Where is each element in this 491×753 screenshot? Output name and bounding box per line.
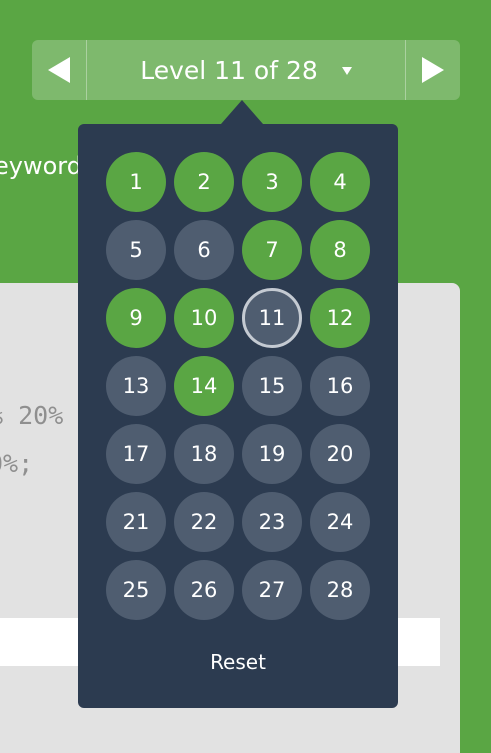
popup-pointer — [221, 100, 263, 124]
level-button-27[interactable]: 27 — [242, 560, 302, 620]
code-line: 0%; — [0, 449, 34, 478]
level-button-13[interactable]: 13 — [106, 356, 166, 416]
level-button-15[interactable]: 15 — [242, 356, 302, 416]
level-selector-popup: 1 2 3 4 5 6 7 8 9 10 11 12 13 14 15 16 17 18 19 20 21 22 23 24 2… — [78, 124, 398, 708]
level-button-3[interactable]: 3 — [242, 152, 302, 212]
level-button-4[interactable]: 4 — [310, 152, 370, 212]
level-button-2[interactable]: 2 — [174, 152, 234, 212]
reset-button[interactable]: Reset — [78, 650, 398, 674]
background-keyword-text: eyword — [0, 152, 82, 180]
level-button-24[interactable]: 24 — [310, 492, 370, 552]
level-button-7[interactable]: 7 — [242, 220, 302, 280]
level-button-5[interactable]: 5 — [106, 220, 166, 280]
level-button-14[interactable]: 14 — [174, 356, 234, 416]
level-button-9[interactable]: 9 — [106, 288, 166, 348]
level-grid: 1 2 3 4 5 6 7 8 9 10 11 12 13 14 15 16 17 18 19 20 21 22 23 24 2… — [106, 152, 370, 620]
level-button-12[interactable]: 12 — [310, 288, 370, 348]
level-button-28[interactable]: 28 — [310, 560, 370, 620]
level-navigation: Level 11 of 28 — [32, 40, 460, 100]
level-button-22[interactable]: 22 — [174, 492, 234, 552]
code-line: % 20% — [0, 401, 64, 430]
level-button-6[interactable]: 6 — [174, 220, 234, 280]
triangle-right-icon — [422, 57, 444, 83]
level-button-1[interactable]: 1 — [106, 152, 166, 212]
level-button-25[interactable]: 25 — [106, 560, 166, 620]
level-button-23[interactable]: 23 — [242, 492, 302, 552]
level-button-19[interactable]: 19 — [242, 424, 302, 484]
triangle-left-icon — [48, 57, 70, 83]
level-button-11[interactable]: 11 — [242, 288, 302, 348]
level-button-16[interactable]: 16 — [310, 356, 370, 416]
level-button-8[interactable]: 8 — [310, 220, 370, 280]
level-button-18[interactable]: 18 — [174, 424, 234, 484]
caret-down-icon — [341, 67, 352, 75]
level-button-26[interactable]: 26 — [174, 560, 234, 620]
previous-level-button[interactable] — [32, 40, 87, 100]
level-button-17[interactable]: 17 — [106, 424, 166, 484]
level-button-20[interactable]: 20 — [310, 424, 370, 484]
next-level-button[interactable] — [405, 40, 460, 100]
level-button-10[interactable]: 10 — [174, 288, 234, 348]
level-selector-toggle[interactable]: Level 11 of 28 — [87, 40, 405, 100]
level-label: Level 11 of 28 — [140, 55, 318, 85]
level-button-21[interactable]: 21 — [106, 492, 166, 552]
